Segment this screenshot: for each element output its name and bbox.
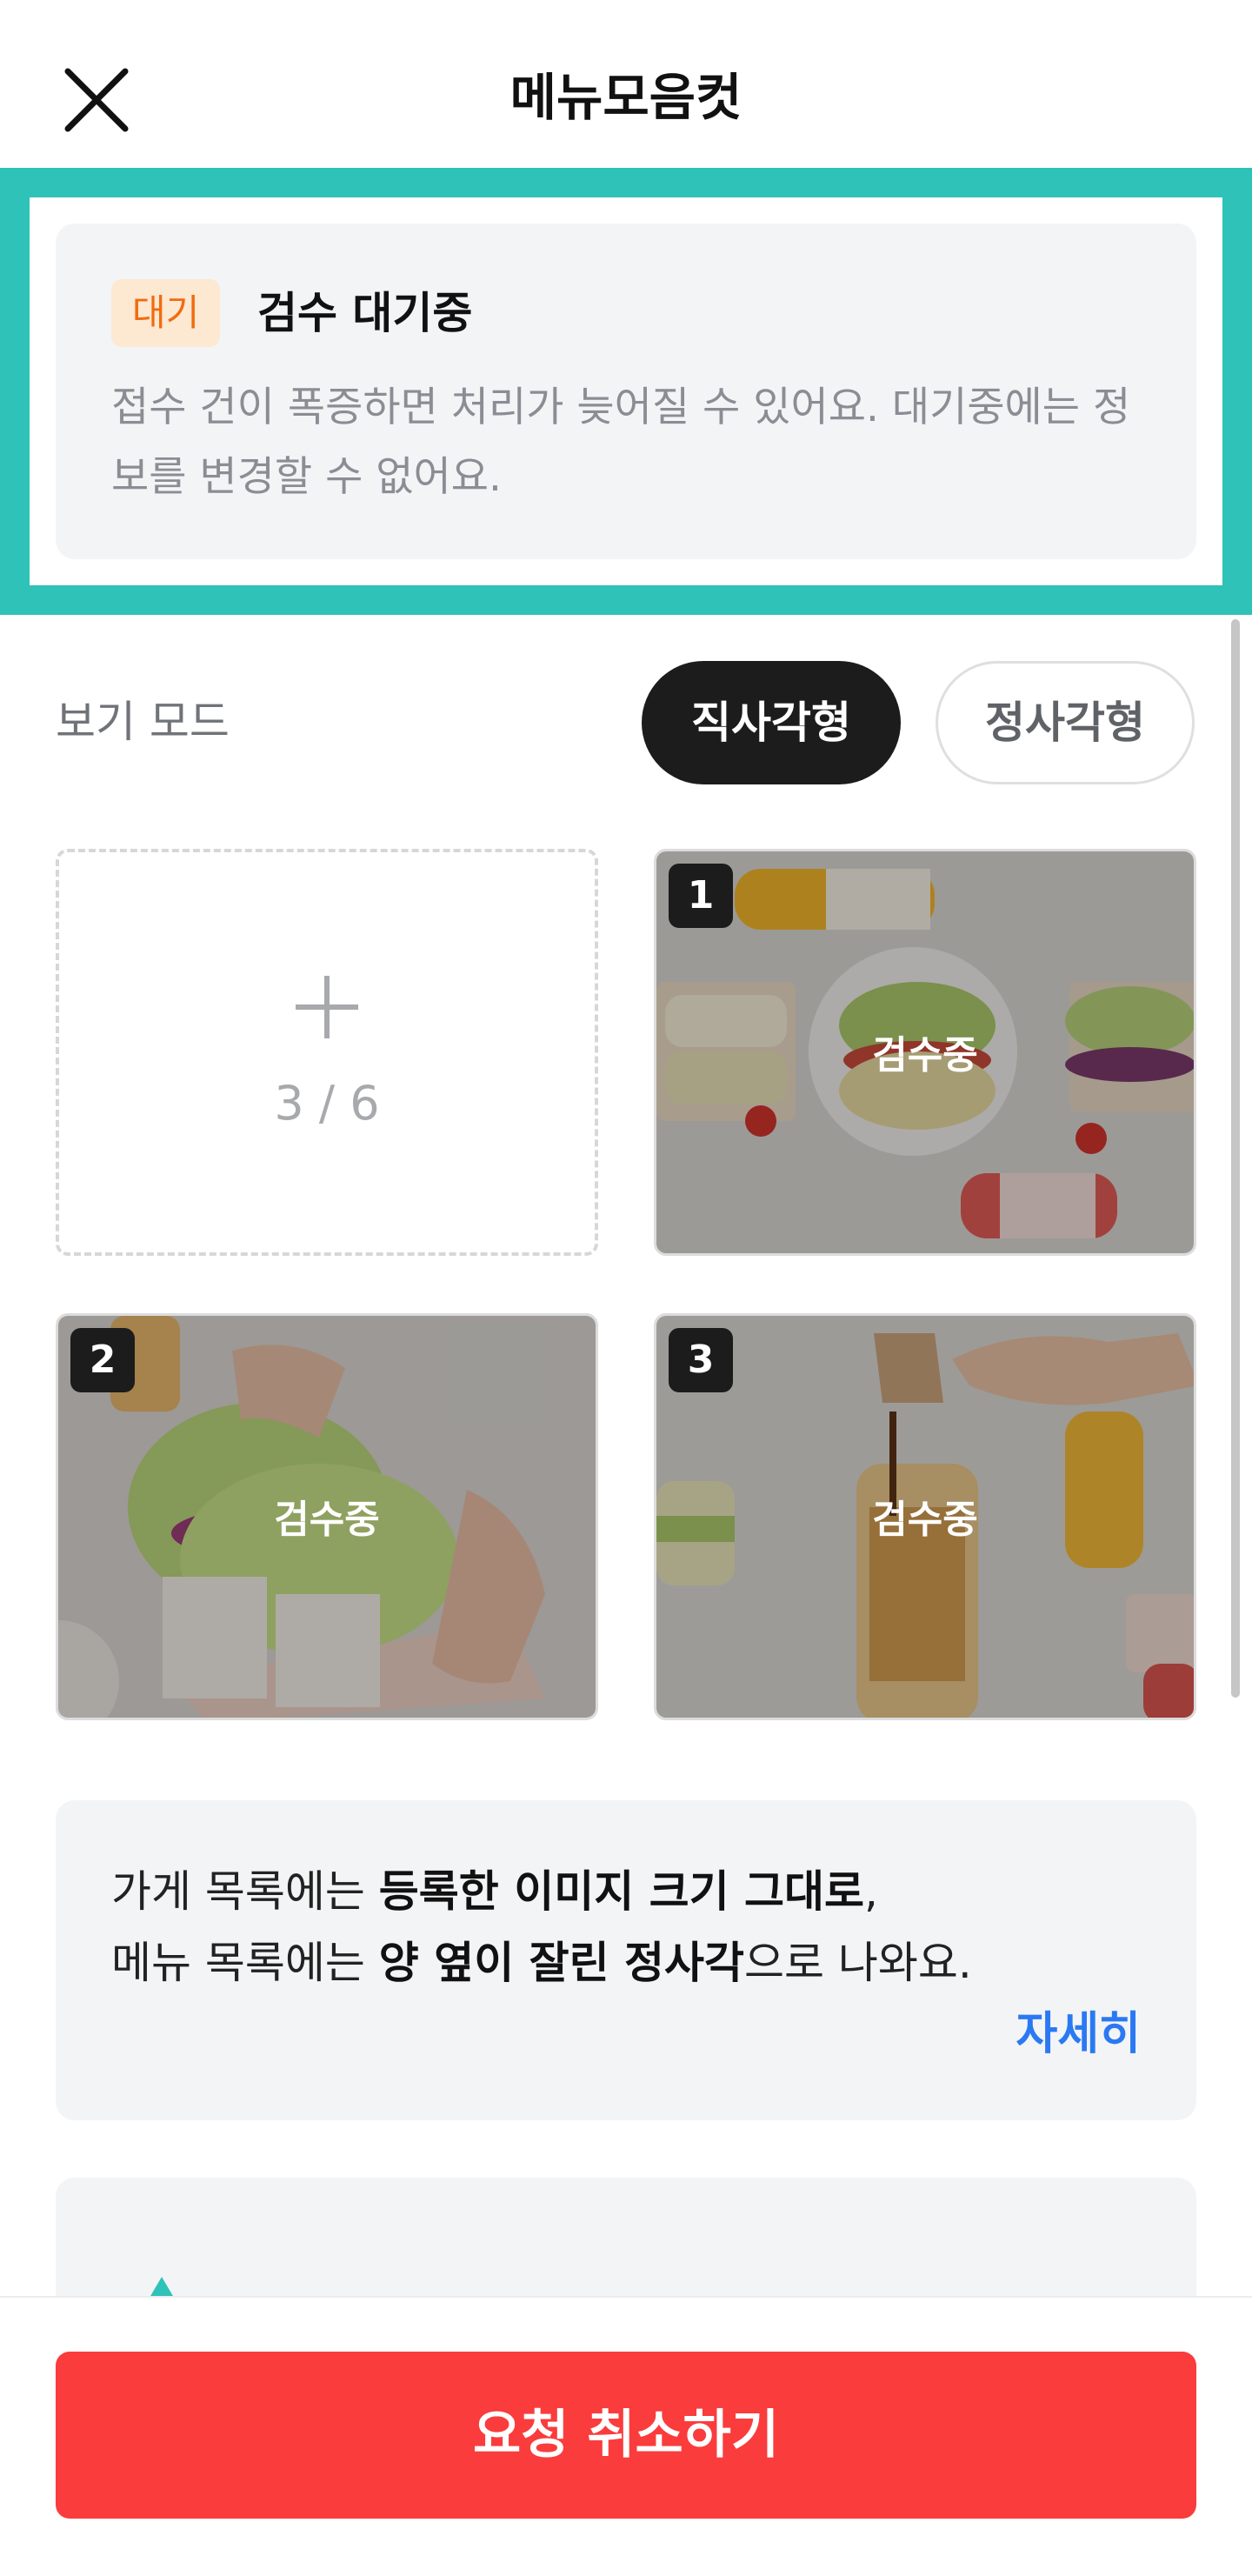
notice-container: 대기 검수 대기중 접수 건이 폭증하면 처리가 늦어질 수 있어요. 대기중에… <box>30 197 1222 585</box>
header: 메뉴모음컷 <box>0 0 1252 174</box>
image-size-info-text: 가게 목록에는 등록한 이미지 크기 그대로, 메뉴 목록에는 양 옆이 잘린 … <box>111 1856 981 1999</box>
view-mode-label: 보기 모드 <box>56 697 230 747</box>
details-link[interactable]: 자세히 <box>1016 1999 1141 2070</box>
info-text-segment: 메뉴 목록에는 <box>111 1938 379 1988</box>
info-text-emphasis: 등록한 이미지 크기 그대로 <box>378 1866 865 1917</box>
image-size-info-card: 가게 목록에는 등록한 이미지 크기 그대로, 메뉴 목록에는 양 옆이 잘린 … <box>56 1800 1196 2120</box>
page-title: 메뉴모음컷 <box>509 68 743 127</box>
view-mode-square-button[interactable]: 정사각형 <box>936 661 1195 784</box>
status-heading: 검수 대기중 <box>257 288 473 338</box>
info-text-segment: 가게 목록에는 <box>111 1866 379 1917</box>
cancel-request-button[interactable]: 요청 취소하기 <box>56 2352 1196 2519</box>
status-badge: 대기 <box>111 279 221 347</box>
photo-count: 3 / 6 <box>274 1076 380 1131</box>
photo-tile-1[interactable]: 1 검수중 <box>654 849 1196 1256</box>
info-text-emphasis: 양 옆이 잘린 정사각 <box>378 1938 745 1988</box>
status-description: 접수 건이 폭증하면 처리가 늦어질 수 있어요. 대기중에는 정보를 변경할 … <box>111 384 1131 501</box>
view-mode-rectangle-button[interactable]: 직사각형 <box>642 661 901 784</box>
review-status-card: 대기 검수 대기중 접수 건이 폭증하면 처리가 늦어질 수 있어요. 대기중에… <box>56 224 1196 559</box>
photo-number-badge: 1 <box>669 864 733 928</box>
photo-status-label: 검수중 <box>274 1498 380 1542</box>
photo-tile-3[interactable]: 3 검수중 <box>654 1313 1196 1720</box>
info-text-segment: , <box>864 1866 878 1917</box>
notice-highlight-frame: 대기 검수 대기중 접수 건이 폭증하면 처리가 늦어질 수 있어요. 대기중에… <box>0 168 1252 615</box>
add-photo-tile[interactable]: 3 / 6 <box>56 849 598 1256</box>
plus-icon <box>59 964 595 1051</box>
photo-tile-2[interactable]: 2 검수중 <box>56 1313 598 1720</box>
scrollbar[interactable] <box>1231 619 1240 1698</box>
photo-status-label: 검수중 <box>872 1033 978 1078</box>
photo-number-badge: 2 <box>70 1328 135 1392</box>
info-text-segment: 으로 나와요. <box>744 1938 972 1988</box>
bottom-action-bar: 요청 취소하기 <box>0 2296 1252 2576</box>
photo-number-badge: 3 <box>669 1328 733 1392</box>
photo-status-label: 검수중 <box>872 1498 978 1542</box>
